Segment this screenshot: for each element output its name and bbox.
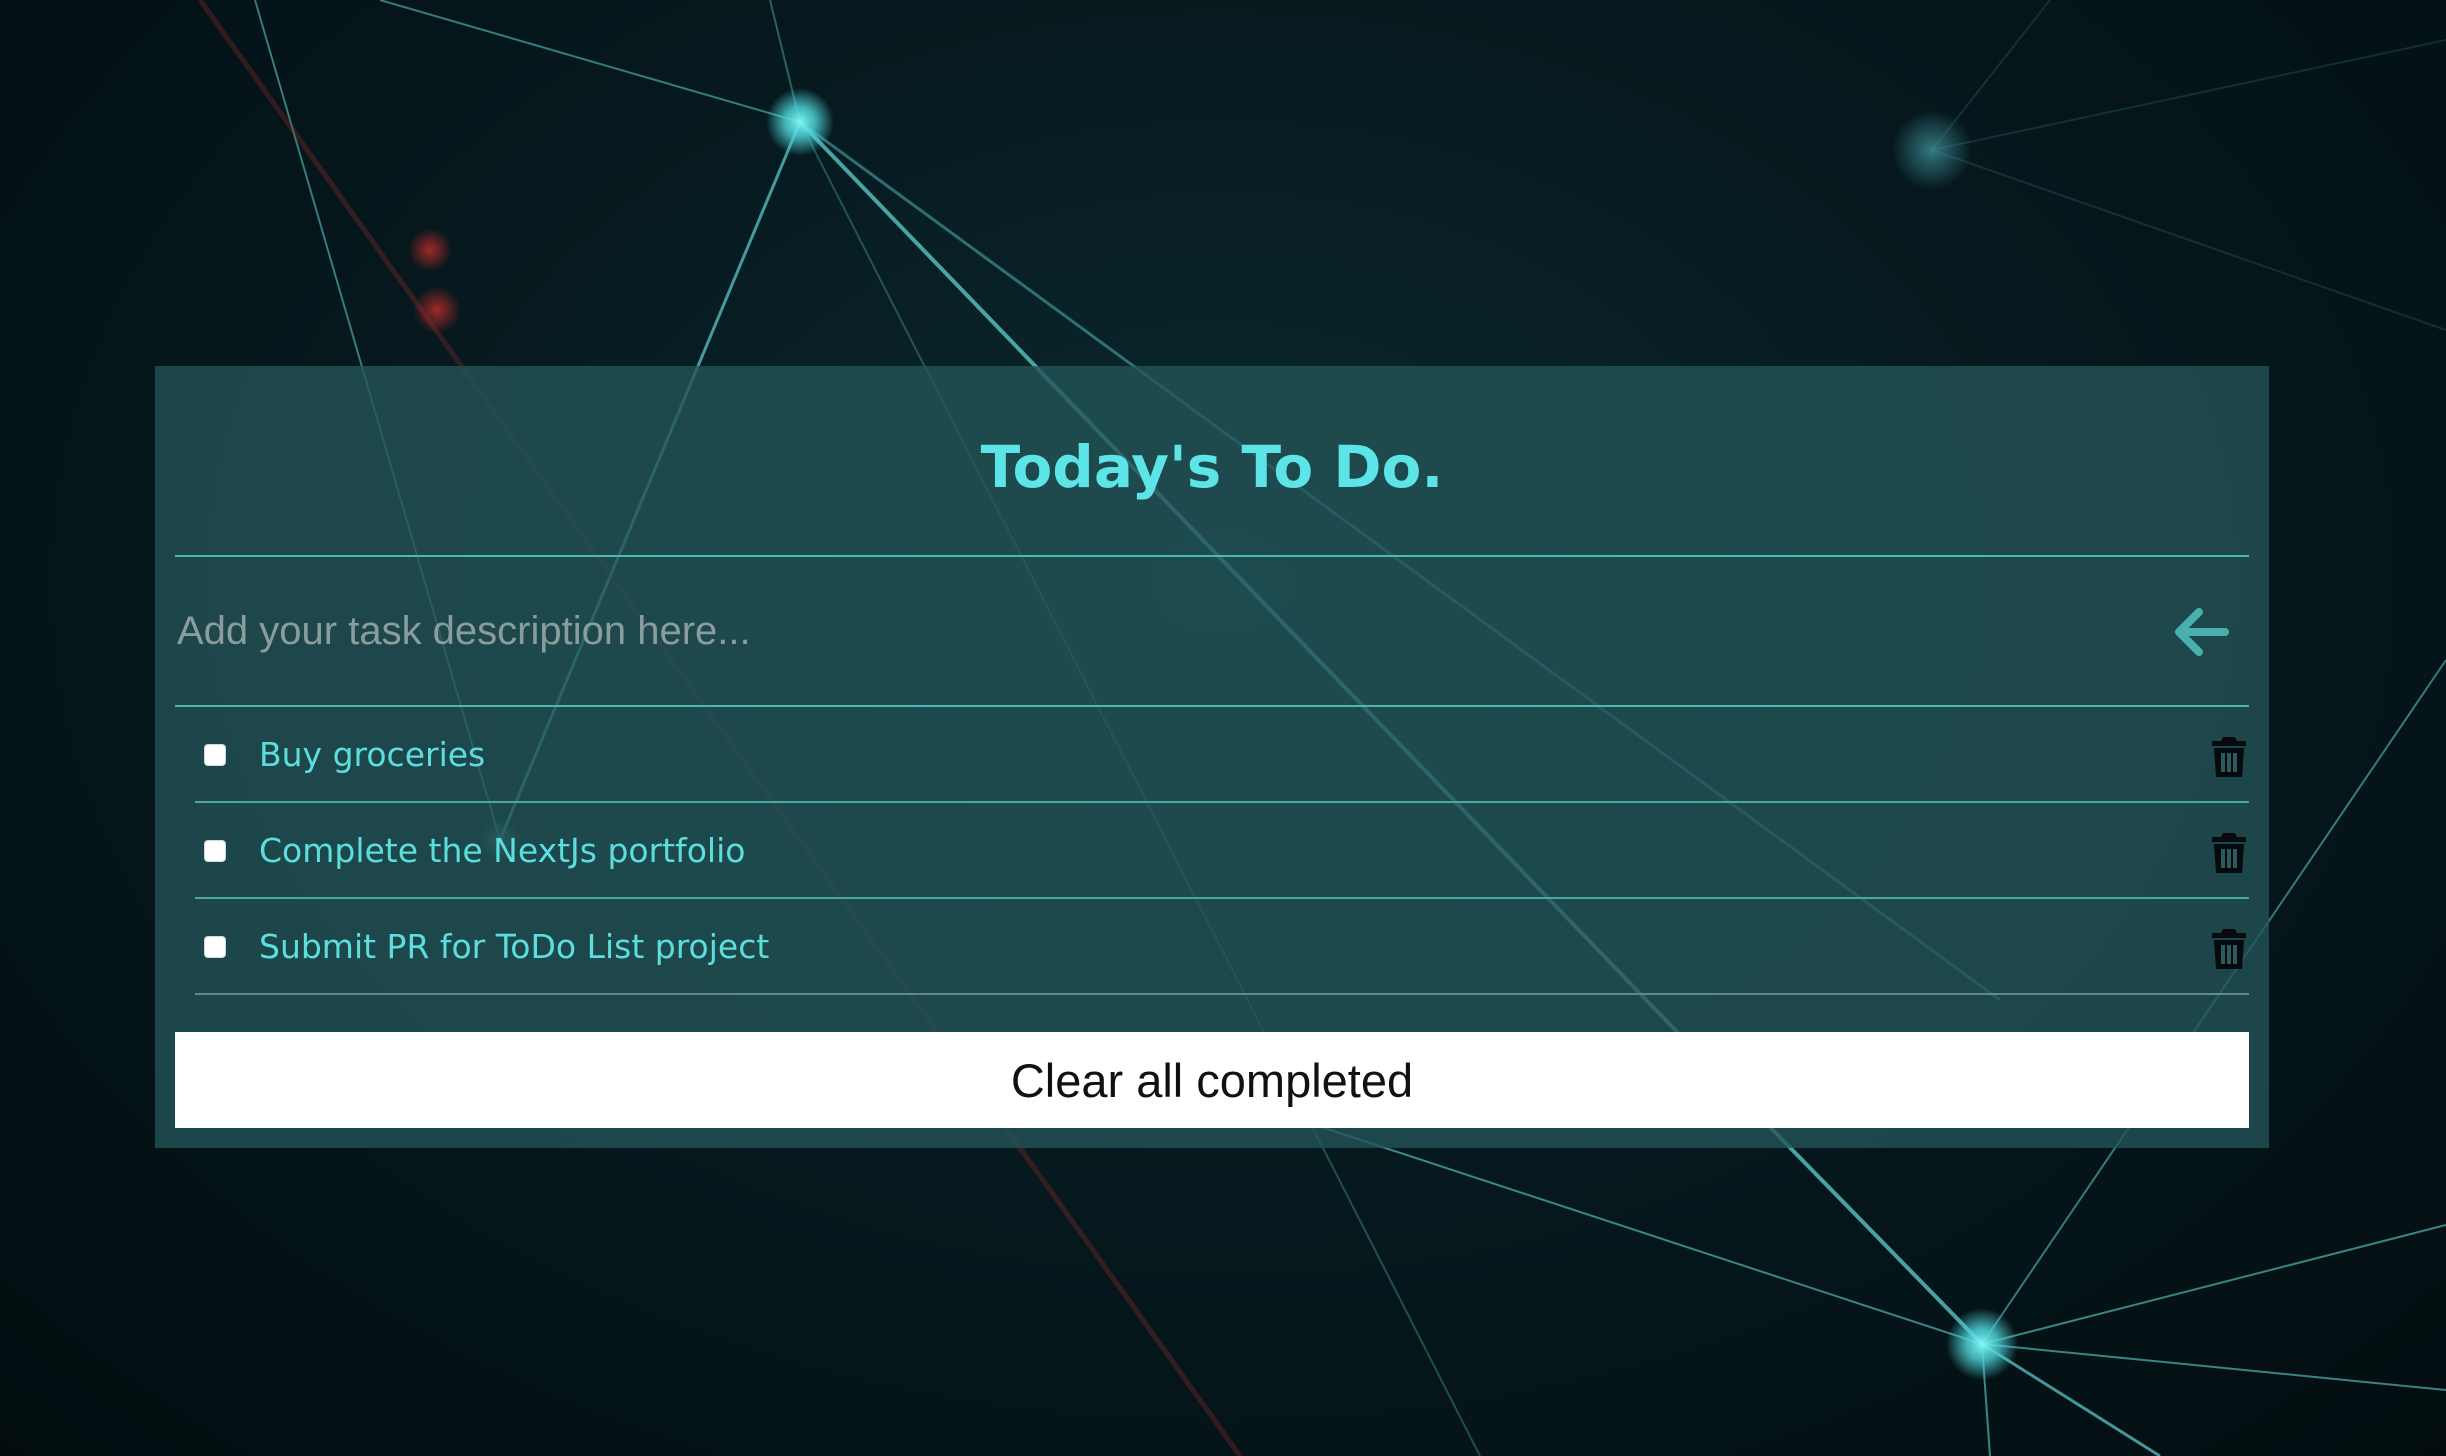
list-item: Complete the NextJs portfolio xyxy=(195,803,2249,899)
task-list: Buy groceries Complete the NextJs portfo… xyxy=(195,707,2249,995)
task-description-input[interactable] xyxy=(175,557,2075,705)
clear-completed-button[interactable]: Clear all completed xyxy=(175,1032,2249,1128)
task-checkbox[interactable] xyxy=(204,936,226,958)
task-checkbox[interactable] xyxy=(204,744,226,766)
task-label: Complete the NextJs portfolio xyxy=(259,831,746,870)
list-item: Buy groceries xyxy=(195,707,2249,803)
trash-icon[interactable] xyxy=(2209,927,2249,971)
task-label: Submit PR for ToDo List project xyxy=(259,927,770,966)
arrow-left-icon[interactable] xyxy=(2167,597,2237,667)
trash-icon[interactable] xyxy=(2209,831,2249,875)
page-title: Today's To Do. xyxy=(980,432,1444,501)
task-checkbox[interactable] xyxy=(204,840,226,862)
trash-icon[interactable] xyxy=(2209,735,2249,779)
task-label: Buy groceries xyxy=(259,735,486,774)
list-item: Submit PR for ToDo List project xyxy=(195,899,2249,995)
title-bar: Today's To Do. xyxy=(175,366,2249,557)
todo-card: Today's To Do. Buy groceries Complete th… xyxy=(155,366,2269,1148)
new-task-row xyxy=(175,557,2249,707)
